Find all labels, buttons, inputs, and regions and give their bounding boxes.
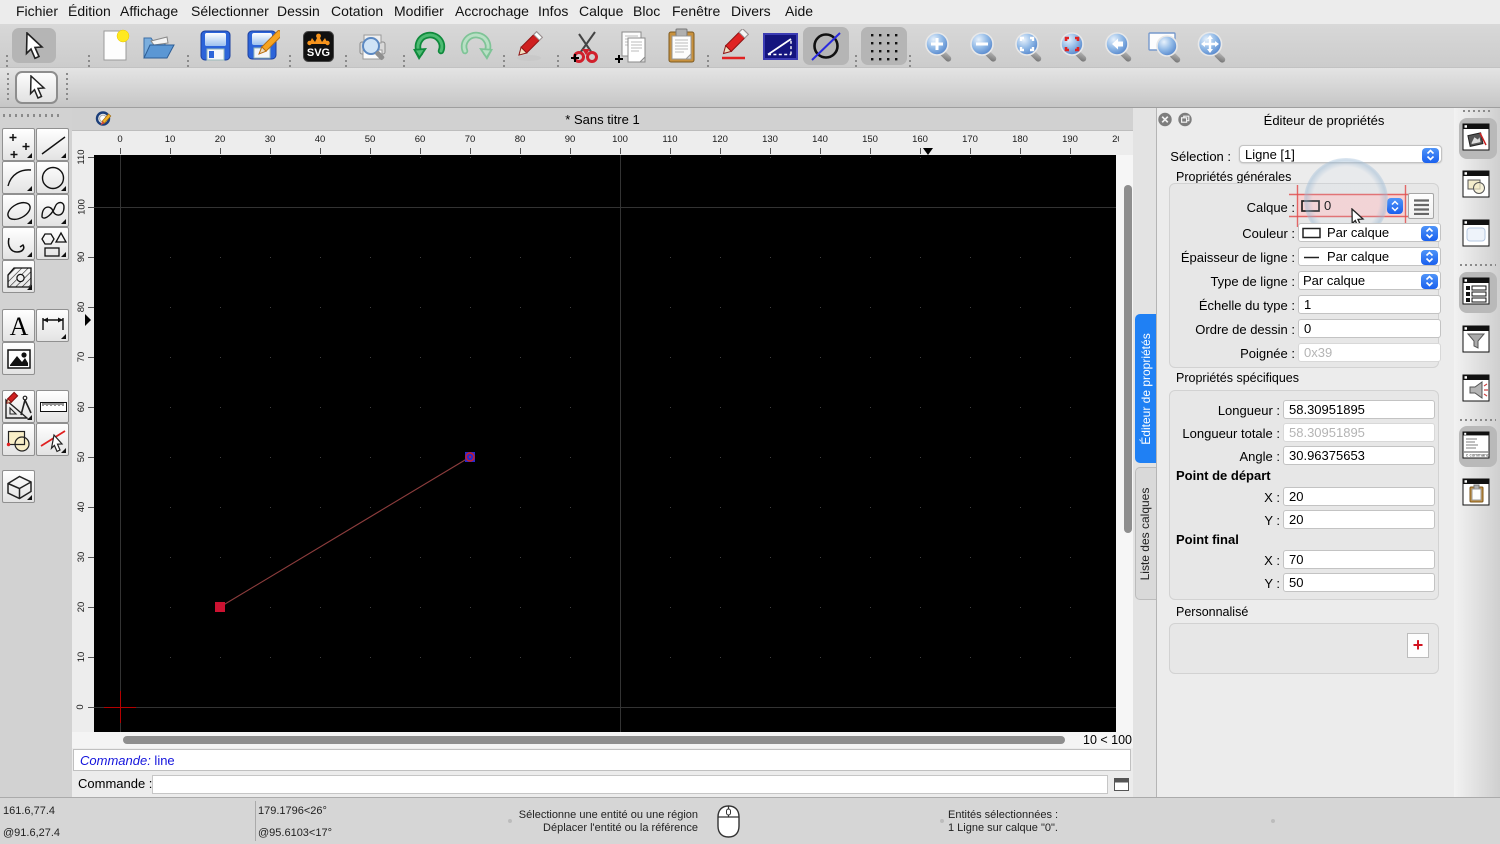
svg-text:c command: c command	[1466, 453, 1490, 458]
svg-text:SVG: SVG	[307, 47, 330, 59]
svg-text:A: A	[10, 312, 29, 341]
